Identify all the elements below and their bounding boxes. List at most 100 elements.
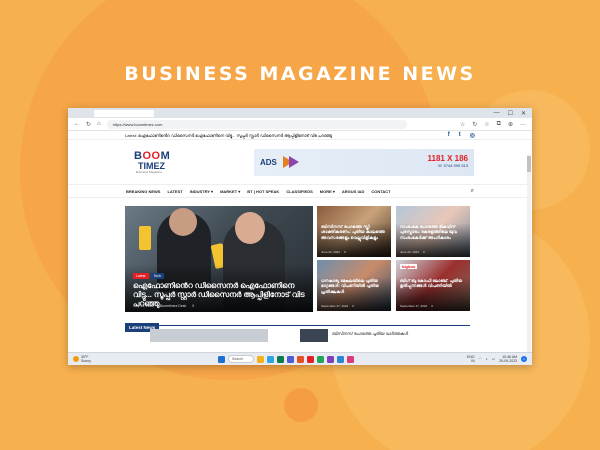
latest-news-header: Latest News [125, 316, 470, 332]
card-count: 0 [352, 304, 354, 308]
ad-phone: ☏ 9744 999 513 [437, 163, 468, 169]
hero-tags: Latest Tech [133, 273, 164, 279]
browser-tab-strip: — ☐ ✕ [68, 108, 532, 118]
scrollbar-thumb[interactable] [527, 156, 531, 172]
card-count: 0 [423, 250, 425, 254]
arrow-icon [288, 156, 299, 168]
nav-item-latest[interactable]: LATEST [167, 189, 182, 194]
taskbar-app-icon[interactable] [317, 355, 324, 363]
nav-item-argus[interactable]: ARGUS IAD [342, 189, 364, 194]
page-title: BUSINESS MAGAZINE NEWS [124, 63, 476, 85]
language-indicator[interactable]: ENG IN [467, 355, 475, 363]
taskbar-app-icon[interactable] [337, 355, 344, 363]
wifi-icon[interactable]: ◠ [479, 357, 482, 361]
taskbar-apps: Search [218, 355, 354, 363]
article-card[interactable]: ധനകാര്യ മേഖലയിലെ പുതിയ മാറ്റങ്ങൾ: വിപണിയ… [317, 260, 391, 311]
logo-letter: OO [142, 149, 161, 162]
scrollbar[interactable] [527, 154, 531, 364]
minimize-button[interactable]: — [494, 110, 500, 117]
instagram-icon[interactable]: ◎ [470, 132, 475, 139]
favorite-icon[interactable]: ☆ [460, 121, 465, 128]
card-meta: September 27, 2022 0 [400, 304, 433, 308]
menu-icon[interactable]: … [520, 121, 526, 128]
main-nav: BREAKING NEWS LATEST INDUSTRY ▾ MARKET ▾… [68, 184, 532, 198]
nav-item-market[interactable]: MARKET ▾ [220, 189, 240, 194]
hero-meta: July 13, 2022 Boomtimez Desk 0 [133, 304, 194, 308]
search-icon[interactable]: ⌕ [471, 188, 474, 195]
social-links: f t ◎ [448, 132, 475, 139]
nav-item-classifieds[interactable]: CLASSIFIEDS [286, 189, 312, 194]
battery-icon[interactable]: ▭ [492, 357, 495, 361]
card-date: June 22, 2022 [400, 250, 420, 254]
nav-item-breaking-news[interactable]: BREAKING NEWS [126, 189, 160, 194]
ad-banner[interactable]: ADS 1181 X 186 ☏ 9744 999 513 [254, 148, 474, 176]
card-title[interactable]: സംരംഭക രംഗത്തെ മികവിന് പുരസ്കാരം: കേരളത്… [400, 224, 468, 240]
close-button[interactable]: ✕ [521, 110, 526, 117]
notification-badge[interactable]: 1 [521, 356, 527, 362]
article-card[interactable]: bigboo ബിഗ് ബൂ കോഫി ലോഞ്ച്: പുതിയ ഉൽപ്പന… [396, 260, 470, 311]
sun-icon [73, 356, 79, 362]
weather-widget[interactable]: 30°F Sunny [73, 355, 91, 363]
brand-logo: bigboo [400, 264, 418, 269]
favorites-icon[interactable]: ☆ [484, 121, 489, 128]
taskbar-app-icon[interactable] [327, 355, 334, 363]
speaker-icon[interactable]: ◖ [486, 357, 488, 361]
latest-thumbnail[interactable] [150, 329, 268, 342]
tag-latest[interactable]: Latest [133, 273, 149, 279]
address-bar-row: ← ↻ ⌂ https://www.boomtimez.com ☆ ↻ ☆ ⧉ … [68, 118, 532, 131]
nav-item-contact[interactable]: CONTACT [371, 189, 390, 194]
card-title[interactable]: ബിസിനസ് രംഗത്തെ സ്ത്രീ ശാക്തീകരണം: പുതിയ… [321, 224, 389, 240]
back-icon[interactable]: ← [74, 121, 80, 127]
region: IN [471, 359, 475, 363]
card-count: 0 [431, 304, 433, 308]
facebook-icon[interactable]: f [448, 132, 450, 139]
taskbar-app-icon[interactable] [347, 355, 354, 363]
clock[interactable]: 10:46 AM 29-09-2023 [499, 355, 517, 363]
nav-item-industry[interactable]: INDUSTRY ▾ [190, 189, 213, 194]
article-card[interactable]: സംരംഭക രംഗത്തെ മികവിന് പുരസ്കാരം: കേരളത്… [396, 206, 470, 257]
twitter-icon[interactable]: t [459, 132, 461, 139]
taskbar-app-icon[interactable] [287, 355, 294, 363]
extensions-icon[interactable]: ⊕ [508, 121, 513, 128]
site-logo[interactable]: BOOM TIMEZ Business Magazine [134, 149, 178, 174]
person-head [169, 208, 197, 236]
site-header: BOOM TIMEZ Business Magazine ADS 1181 X … [68, 140, 532, 184]
refresh-icon[interactable]: ↻ [86, 121, 91, 128]
weather-condition: Sunny [81, 359, 91, 363]
background-dot [284, 388, 318, 422]
taskbar-app-icon[interactable] [277, 355, 284, 363]
article-card[interactable]: ബിസിനസ് രംഗത്തെ സ്ത്രീ ശാക്തീകരണം: പുതിയ… [317, 206, 391, 257]
collections-icon[interactable]: ⧉ [497, 121, 501, 128]
taskbar-app-icon[interactable] [257, 355, 264, 363]
url-input[interactable]: https://www.boomtimez.com [106, 119, 407, 129]
taskbar-app-icon[interactable] [297, 355, 304, 363]
card-title[interactable]: ധനകാര്യ മേഖലയിലെ പുതിയ മാറ്റങ്ങൾ: വിപണിയ… [321, 278, 389, 294]
window-controls: — ☐ ✕ [494, 110, 526, 117]
nav-item-hot-speak[interactable]: BT | HOT SPEAK [247, 189, 279, 194]
card-meta: June 22, 2022 0 [400, 250, 425, 254]
card-date: September 27, 2022 [321, 304, 349, 308]
card-title[interactable]: ബിഗ് ബൂ കോഫി ലോഞ്ച്: പുതിയ ഉൽപ്പന്നങ്ങൾ … [400, 278, 468, 289]
tag-tech[interactable]: Tech [150, 273, 164, 279]
card-meta: September 27, 2022 0 [321, 304, 354, 308]
maximize-button[interactable]: ☐ [508, 110, 513, 117]
latest-headline[interactable]: ബിസിനസ് രംഗത്തെ പുതിയ വാർത്തകൾ [332, 331, 408, 336]
hero-date: July 13, 2022 [133, 304, 154, 308]
browser-tab[interactable] [94, 109, 154, 117]
clock-date: 29-09-2023 [499, 359, 517, 363]
home-icon[interactable]: ⌂ [97, 121, 101, 127]
logo-letter: M [160, 149, 171, 162]
taskbar-search[interactable]: Search [228, 355, 254, 363]
reload-icon[interactable]: ↻ [472, 121, 477, 128]
hero-article[interactable]: Latest Tech ഐഫോണിൻെറ ഡിസൈനർ ഐഫോണിനെ വിട്… [125, 206, 313, 312]
taskbar-app-icon[interactable] [267, 355, 274, 363]
taskbar: 30°F Sunny Search ENG IN ◠ ◖ ▭ 10:46 AM … [68, 352, 532, 365]
hero-author[interactable]: Boomtimez Desk [160, 304, 186, 308]
hero-comment-count: 0 [192, 304, 195, 308]
latest-thumbnail[interactable] [300, 329, 328, 342]
start-icon[interactable] [218, 355, 225, 363]
ticker-text[interactable]: Latest: ഐഫോണിൻെറ ഡിസൈനർ ഐഫോണിനെ വിട്ടു..… [125, 133, 332, 138]
taskbar-app-icon[interactable] [307, 355, 314, 363]
nav-item-more[interactable]: MORE ▾ [320, 189, 335, 194]
card-count: 0 [344, 250, 346, 254]
